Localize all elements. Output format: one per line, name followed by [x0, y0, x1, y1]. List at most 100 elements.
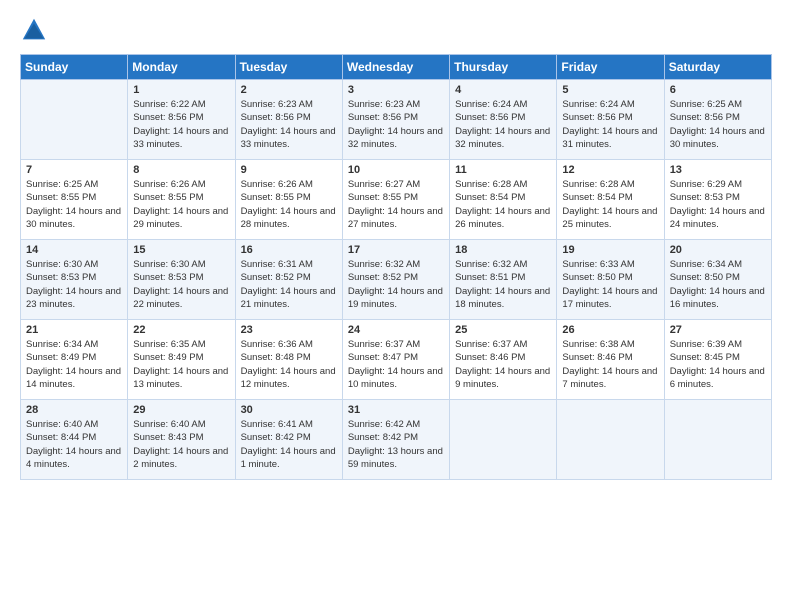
calendar-week-5: 28 Sunrise: 6:40 AMSunset: 8:44 PMDayligh… [21, 400, 772, 480]
cell-sun-info: Sunrise: 6:31 AMSunset: 8:52 PMDaylight:… [241, 258, 337, 311]
day-number: 6 [670, 84, 766, 96]
weekday-header-thursday: Thursday [450, 55, 557, 80]
calendar-cell: 24 Sunrise: 6:37 AMSunset: 8:47 PMDayligh… [342, 320, 449, 400]
day-number: 13 [670, 164, 766, 176]
calendar-cell [557, 400, 664, 480]
cell-sun-info: Sunrise: 6:28 AMSunset: 8:54 PMDaylight:… [562, 178, 658, 231]
cell-sun-info: Sunrise: 6:30 AMSunset: 8:53 PMDaylight:… [26, 258, 122, 311]
calendar-cell: 21 Sunrise: 6:34 AMSunset: 8:49 PMDayligh… [21, 320, 128, 400]
day-number: 31 [348, 404, 444, 416]
day-number: 5 [562, 84, 658, 96]
day-number: 10 [348, 164, 444, 176]
weekday-header-monday: Monday [128, 55, 235, 80]
logo [20, 16, 52, 44]
calendar-week-3: 14 Sunrise: 6:30 AMSunset: 8:53 PMDayligh… [21, 240, 772, 320]
weekday-header-tuesday: Tuesday [235, 55, 342, 80]
day-number: 29 [133, 404, 229, 416]
cell-sun-info: Sunrise: 6:41 AMSunset: 8:42 PMDaylight:… [241, 418, 337, 471]
calendar-week-2: 7 Sunrise: 6:25 AMSunset: 8:55 PMDaylight… [21, 160, 772, 240]
calendar-cell: 20 Sunrise: 6:34 AMSunset: 8:50 PMDayligh… [664, 240, 771, 320]
calendar-cell: 14 Sunrise: 6:30 AMSunset: 8:53 PMDayligh… [21, 240, 128, 320]
day-number: 7 [26, 164, 122, 176]
day-number: 14 [26, 244, 122, 256]
calendar-cell: 25 Sunrise: 6:37 AMSunset: 8:46 PMDayligh… [450, 320, 557, 400]
day-number: 28 [26, 404, 122, 416]
calendar-cell: 1 Sunrise: 6:22 AMSunset: 8:56 PMDaylight… [128, 80, 235, 160]
calendar-cell: 19Sunrise: 6:33 AMSunset: 8:50 PMDayligh… [557, 240, 664, 320]
cell-sun-info: Sunrise: 6:26 AMSunset: 8:55 PMDaylight:… [241, 178, 337, 231]
page: SundayMondayTuesdayWednesdayThursdayFrid… [0, 0, 792, 490]
day-number: 1 [133, 84, 229, 96]
calendar-cell: 13 Sunrise: 6:29 AMSunset: 8:53 PMDayligh… [664, 160, 771, 240]
calendar-table: SundayMondayTuesdayWednesdayThursdayFrid… [20, 54, 772, 480]
day-number: 24 [348, 324, 444, 336]
calendar-cell: 10 Sunrise: 6:27 AMSunset: 8:55 PMDayligh… [342, 160, 449, 240]
day-number: 11 [455, 164, 551, 176]
calendar-cell: 31 Sunrise: 6:42 AMSunset: 8:42 PMDayligh… [342, 400, 449, 480]
calendar-cell: 3 Sunrise: 6:23 AMSunset: 8:56 PMDaylight… [342, 80, 449, 160]
cell-sun-info: Sunrise: 6:40 AMSunset: 8:43 PMDaylight:… [133, 418, 229, 471]
cell-sun-info: Sunrise: 6:34 AMSunset: 8:49 PMDaylight:… [26, 338, 122, 391]
weekday-header-wednesday: Wednesday [342, 55, 449, 80]
day-number: 4 [455, 84, 551, 96]
calendar-cell: 6 Sunrise: 6:25 AMSunset: 8:56 PMDaylight… [664, 80, 771, 160]
calendar-cell: 12 Sunrise: 6:28 AMSunset: 8:54 PMDayligh… [557, 160, 664, 240]
day-number: 27 [670, 324, 766, 336]
cell-sun-info: Sunrise: 6:23 AMSunset: 8:56 PMDaylight:… [348, 98, 444, 151]
day-number: 3 [348, 84, 444, 96]
cell-sun-info: Sunrise: 6:24 AMSunset: 8:56 PMDaylight:… [455, 98, 551, 151]
calendar-cell [664, 400, 771, 480]
calendar-cell: 17Sunrise: 6:32 AMSunset: 8:52 PMDayligh… [342, 240, 449, 320]
cell-sun-info: Sunrise: 6:25 AMSunset: 8:55 PMDaylight:… [26, 178, 122, 231]
cell-sun-info: Sunrise: 6:23 AMSunset: 8:56 PMDaylight:… [241, 98, 337, 151]
cell-sun-info: Sunrise: 6:29 AMSunset: 8:53 PMDaylight:… [670, 178, 766, 231]
cell-sun-info: Sunrise: 6:39 AMSunset: 8:45 PMDaylight:… [670, 338, 766, 391]
header [20, 16, 772, 44]
calendar-cell [450, 400, 557, 480]
day-number: 18 [455, 244, 551, 256]
calendar-cell: 26Sunrise: 6:38 AMSunset: 8:46 PMDayligh… [557, 320, 664, 400]
cell-sun-info: Sunrise: 6:35 AMSunset: 8:49 PMDaylight:… [133, 338, 229, 391]
day-number: 16 [241, 244, 337, 256]
calendar-cell [21, 80, 128, 160]
cell-sun-info: Sunrise: 6:25 AMSunset: 8:56 PMDaylight:… [670, 98, 766, 151]
calendar-week-1: 1 Sunrise: 6:22 AMSunset: 8:56 PMDaylight… [21, 80, 772, 160]
day-number: 15 [133, 244, 229, 256]
cell-sun-info: Sunrise: 6:37 AMSunset: 8:47 PMDaylight:… [348, 338, 444, 391]
day-number: 23 [241, 324, 337, 336]
cell-sun-info: Sunrise: 6:27 AMSunset: 8:55 PMDaylight:… [348, 178, 444, 231]
day-number: 2 [241, 84, 337, 96]
cell-sun-info: Sunrise: 6:37 AMSunset: 8:46 PMDaylight:… [455, 338, 551, 391]
day-number: 30 [241, 404, 337, 416]
cell-sun-info: Sunrise: 6:32 AMSunset: 8:52 PMDaylight:… [348, 258, 444, 311]
day-number: 9 [241, 164, 337, 176]
calendar-cell: 28 Sunrise: 6:40 AMSunset: 8:44 PMDayligh… [21, 400, 128, 480]
cell-sun-info: Sunrise: 6:22 AMSunset: 8:56 PMDaylight:… [133, 98, 229, 151]
weekday-header-row: SundayMondayTuesdayWednesdayThursdayFrid… [21, 55, 772, 80]
calendar-cell: 4 Sunrise: 6:24 AMSunset: 8:56 PMDaylight… [450, 80, 557, 160]
day-number: 20 [670, 244, 766, 256]
day-number: 21 [26, 324, 122, 336]
day-number: 12 [562, 164, 658, 176]
day-number: 25 [455, 324, 551, 336]
calendar-cell: 8Sunrise: 6:26 AMSunset: 8:55 PMDaylight… [128, 160, 235, 240]
cell-sun-info: Sunrise: 6:24 AMSunset: 8:56 PMDaylight:… [562, 98, 658, 151]
cell-sun-info: Sunrise: 6:36 AMSunset: 8:48 PMDaylight:… [241, 338, 337, 391]
calendar-cell: 27 Sunrise: 6:39 AMSunset: 8:45 PMDayligh… [664, 320, 771, 400]
cell-sun-info: Sunrise: 6:34 AMSunset: 8:50 PMDaylight:… [670, 258, 766, 311]
calendar-week-4: 21 Sunrise: 6:34 AMSunset: 8:49 PMDayligh… [21, 320, 772, 400]
calendar-cell: 18 Sunrise: 6:32 AMSunset: 8:51 PMDayligh… [450, 240, 557, 320]
calendar-cell: 9 Sunrise: 6:26 AMSunset: 8:55 PMDaylight… [235, 160, 342, 240]
cell-sun-info: Sunrise: 6:40 AMSunset: 8:44 PMDaylight:… [26, 418, 122, 471]
calendar-cell: 15Sunrise: 6:30 AMSunset: 8:53 PMDayligh… [128, 240, 235, 320]
cell-sun-info: Sunrise: 6:42 AMSunset: 8:42 PMDaylight:… [348, 418, 444, 471]
cell-sun-info: Sunrise: 6:32 AMSunset: 8:51 PMDaylight:… [455, 258, 551, 311]
day-number: 8 [133, 164, 229, 176]
calendar-cell: 30 Sunrise: 6:41 AMSunset: 8:42 PMDayligh… [235, 400, 342, 480]
calendar-cell: 11 Sunrise: 6:28 AMSunset: 8:54 PMDayligh… [450, 160, 557, 240]
cell-sun-info: Sunrise: 6:28 AMSunset: 8:54 PMDaylight:… [455, 178, 551, 231]
calendar-cell: 22Sunrise: 6:35 AMSunset: 8:49 PMDayligh… [128, 320, 235, 400]
calendar-cell: 5 Sunrise: 6:24 AMSunset: 8:56 PMDaylight… [557, 80, 664, 160]
logo-icon [20, 16, 48, 44]
day-number: 19 [562, 244, 658, 256]
